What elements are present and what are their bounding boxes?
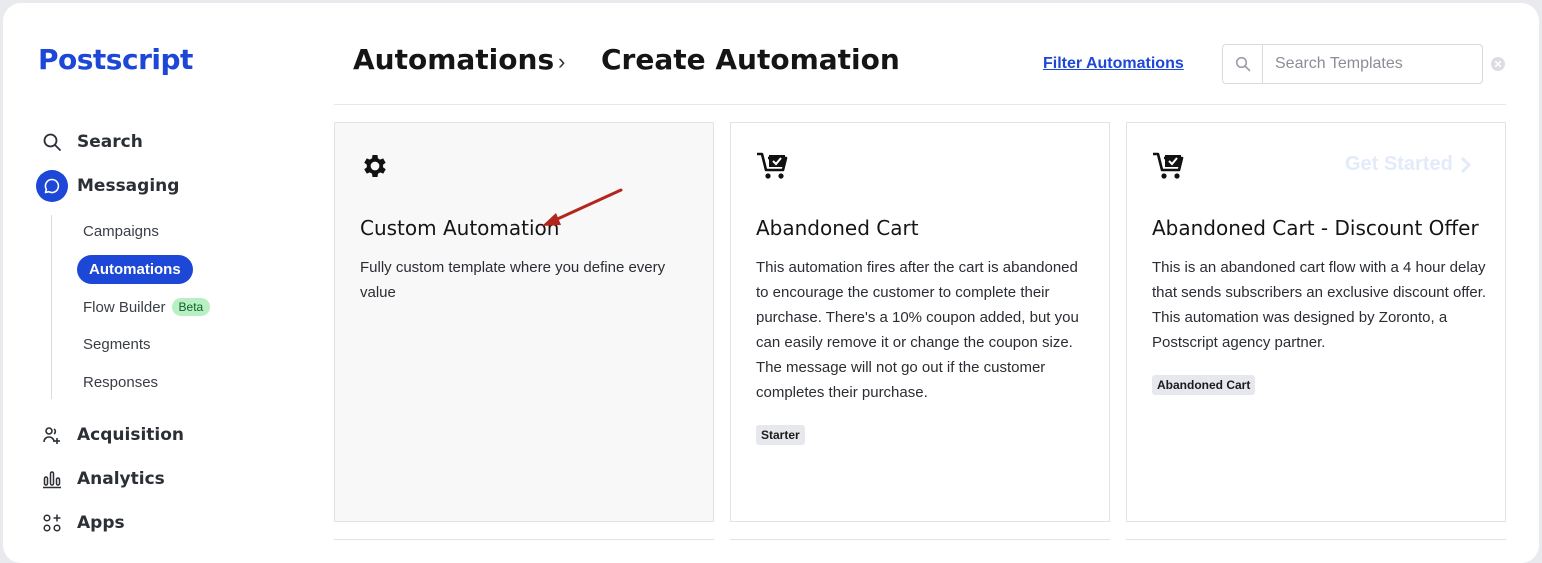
sidebar-item-apps[interactable]: Apps xyxy=(36,507,125,539)
filter-automations-link[interactable]: Filter Automations xyxy=(1043,55,1184,73)
sidebar-subitem-campaigns[interactable]: Campaigns xyxy=(83,217,159,245)
beta-badge: Beta xyxy=(171,298,211,316)
app-window: Postscript Search Messaging Campaigns Au… xyxy=(3,3,1539,563)
next-row-card-edge xyxy=(730,539,1110,549)
search-templates-box xyxy=(1222,44,1483,84)
sidebar-item-label: Search xyxy=(77,132,143,152)
search-icon[interactable] xyxy=(1223,45,1263,83)
sidebar-subitem-responses[interactable]: Responses xyxy=(83,368,158,396)
add-users-icon xyxy=(36,419,68,451)
card-title: Abandoned Cart - Discount Offer xyxy=(1152,216,1479,240)
card-description: Fully custom template where you define e… xyxy=(360,259,666,301)
template-card-custom-automation[interactable]: Custom Automation Fully custom template … xyxy=(334,122,714,522)
postscript-logo[interactable]: Postscript xyxy=(38,43,193,76)
sidebar-subitem-flow-builder[interactable]: Flow Builder Beta xyxy=(83,293,211,321)
submenu-divider xyxy=(51,215,52,399)
search-icon xyxy=(36,126,68,158)
sidebar-item-analytics[interactable]: Analytics xyxy=(36,463,165,495)
cart-icon xyxy=(1152,151,1186,186)
sidebar-item-search[interactable]: Search xyxy=(36,126,143,158)
get-started-label: Get Started xyxy=(1345,153,1453,175)
card-tag: Starter xyxy=(756,425,805,445)
gear-icon xyxy=(360,151,390,186)
sidebar-item-acquisition[interactable]: Acquisition xyxy=(36,419,184,451)
chevron-right-icon xyxy=(1460,156,1471,173)
template-card-abandoned-cart-discount[interactable]: Get Started Abandoned Cart - Discount Of… xyxy=(1126,122,1506,522)
sidebar-item-label: Analytics xyxy=(77,469,165,489)
sidebar-subitem-automations[interactable]: Automations xyxy=(77,255,193,284)
apps-grid-icon xyxy=(36,507,68,539)
annotation-arrow-icon xyxy=(542,188,623,226)
sidebar-item-label: Messaging xyxy=(77,176,180,196)
next-row-card-edge xyxy=(1126,539,1506,549)
search-templates-input[interactable] xyxy=(1263,45,1482,83)
template-card-abandoned-cart[interactable]: Abandoned Cart This automation fires aft… xyxy=(730,122,1110,522)
page-title: Create Automation xyxy=(601,43,900,76)
card-tag: Abandoned Cart xyxy=(1152,375,1256,395)
card-title: Custom Automation xyxy=(360,216,560,240)
cart-icon xyxy=(756,151,790,186)
sidebar-item-label: Acquisition xyxy=(77,425,185,445)
card-description: This is an abandoned cart flow with a 4 … xyxy=(1152,259,1487,351)
sidebar-item-label: Apps xyxy=(77,513,125,533)
card-description: This automation fires after the cart is … xyxy=(756,259,1079,401)
header-divider xyxy=(334,104,1506,105)
sidebar-subitem-label: Flow Builder xyxy=(83,298,166,316)
breadcrumb-automations[interactable]: Automations xyxy=(353,43,554,76)
chat-bubble-icon xyxy=(36,170,68,202)
card-title: Abandoned Cart xyxy=(756,216,919,240)
next-row-card-edge xyxy=(334,539,714,549)
breadcrumb-separator: › xyxy=(558,49,566,74)
clear-search-icon[interactable] xyxy=(1490,56,1506,77)
get-started-button[interactable]: Get Started xyxy=(1345,153,1471,176)
bar-chart-icon xyxy=(36,463,68,495)
sidebar-subitem-segments[interactable]: Segments xyxy=(83,330,151,358)
sidebar-item-messaging[interactable]: Messaging xyxy=(36,170,179,202)
